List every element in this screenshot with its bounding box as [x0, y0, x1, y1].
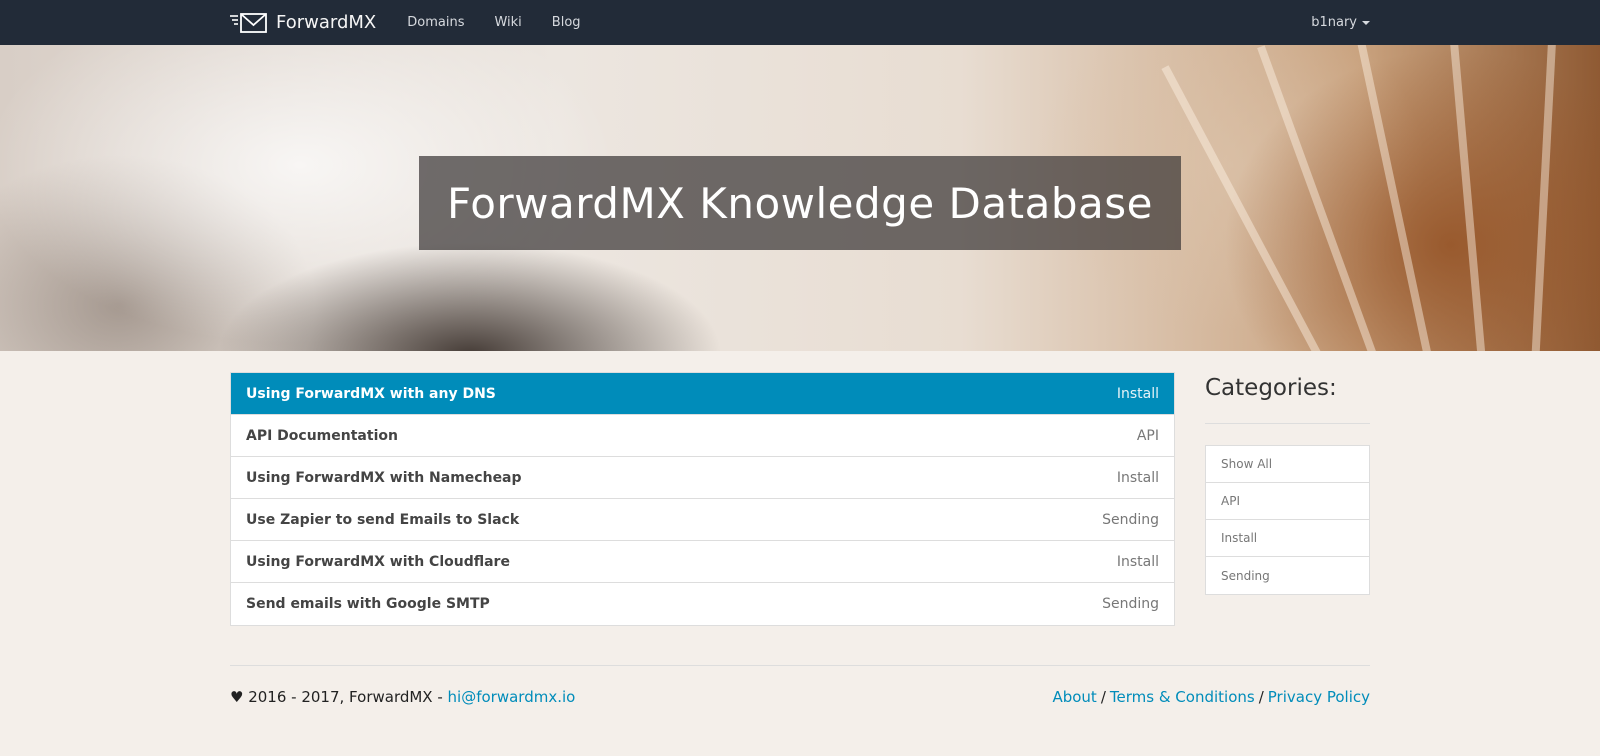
category-item-sending[interactable]: Sending: [1206, 557, 1369, 594]
brand-logo-link[interactable]: ForwardMX: [230, 12, 376, 34]
article-item-zapier-slack[interactable]: Use Zapier to send Emails to Slack Sendi…: [231, 499, 1174, 541]
article-item-cloudflare[interactable]: Using ForwardMX with Cloudflare Install: [231, 541, 1174, 583]
book-page-decoration: [1530, 45, 1557, 351]
page-footer: ♥ 2016 - 2017, ForwardMX - hi@forwardmx.…: [230, 688, 1370, 706]
article-title: Send emails with Google SMTP: [246, 596, 490, 612]
user-menu-dropdown[interactable]: b1nary: [1311, 15, 1370, 30]
book-page-decoration: [1355, 45, 1438, 351]
hero-banner: ForwardMX Knowledge Database: [0, 45, 1600, 351]
brand-name: ForwardMX: [276, 12, 377, 33]
article-title: Using ForwardMX with any DNS: [246, 385, 496, 402]
book-page-decoration: [1448, 45, 1488, 351]
article-list: Using ForwardMX with any DNS Install API…: [230, 372, 1175, 626]
footer-copyright: ♥ 2016 - 2017, ForwardMX -: [230, 688, 448, 706]
footer-divider: [230, 665, 1370, 666]
article-category: Install: [1116, 469, 1159, 486]
footer-link-about[interactable]: About: [1052, 688, 1096, 706]
sidebar-title: Categories:: [1205, 375, 1337, 401]
footer-copyright-block: ♥ 2016 - 2017, ForwardMX - hi@forwardmx.…: [230, 688, 575, 706]
article-title: Using ForwardMX with Cloudflare: [246, 553, 510, 570]
article-category: Install: [1116, 385, 1159, 402]
caret-down-icon: [1362, 20, 1370, 25]
article-item-api-documentation[interactable]: API Documentation API: [231, 415, 1174, 457]
footer-link-privacy[interactable]: Privacy Policy: [1268, 688, 1370, 706]
envelope-icon: [230, 12, 267, 33]
categories-sidebar: Categories: Show All API Install Sending: [1205, 372, 1370, 595]
footer-link-terms[interactable]: Terms & Conditions: [1110, 688, 1255, 706]
article-title: Use Zapier to send Emails to Slack: [246, 511, 520, 528]
article-item-any-dns[interactable]: Using ForwardMX with any DNS Install: [231, 373, 1174, 415]
article-item-google-smtp[interactable]: Send emails with Google SMTP Sending: [231, 583, 1174, 625]
top-navbar: ForwardMX Domains Wiki Blog b1nary: [0, 0, 1600, 45]
book-page-decoration: [1161, 65, 1338, 351]
article-title: Using ForwardMX with Namecheap: [246, 469, 522, 486]
article-category: Sending: [1102, 511, 1159, 528]
category-list: Show All API Install Sending: [1205, 445, 1370, 595]
page-title: ForwardMX Knowledge Database: [447, 178, 1153, 228]
sidebar-divider: [1205, 423, 1370, 424]
footer-email-link[interactable]: hi@forwardmx.io: [448, 688, 576, 706]
article-category: Install: [1116, 553, 1159, 570]
navbar-container: ForwardMX Domains Wiki Blog b1nary: [230, 0, 1370, 45]
nav-link-wiki[interactable]: Wiki: [494, 15, 521, 30]
nav-link-domains[interactable]: Domains: [407, 15, 464, 30]
footer-separator: /: [1100, 688, 1106, 706]
footer-separator: /: [1258, 688, 1264, 706]
category-item-api[interactable]: API: [1206, 483, 1369, 520]
article-category: Sending: [1102, 596, 1159, 612]
category-item-show-all[interactable]: Show All: [1206, 446, 1369, 483]
hero-title-box: ForwardMX Knowledge Database: [419, 156, 1181, 250]
category-item-install[interactable]: Install: [1206, 520, 1369, 557]
article-item-namecheap[interactable]: Using ForwardMX with Namecheap Install: [231, 457, 1174, 499]
article-category: API: [1136, 427, 1159, 444]
footer-links: About / Terms & Conditions / Privacy Policy: [1052, 688, 1370, 706]
nav-link-blog[interactable]: Blog: [552, 15, 581, 30]
user-name: b1nary: [1311, 15, 1357, 30]
article-title: API Documentation: [246, 427, 398, 444]
